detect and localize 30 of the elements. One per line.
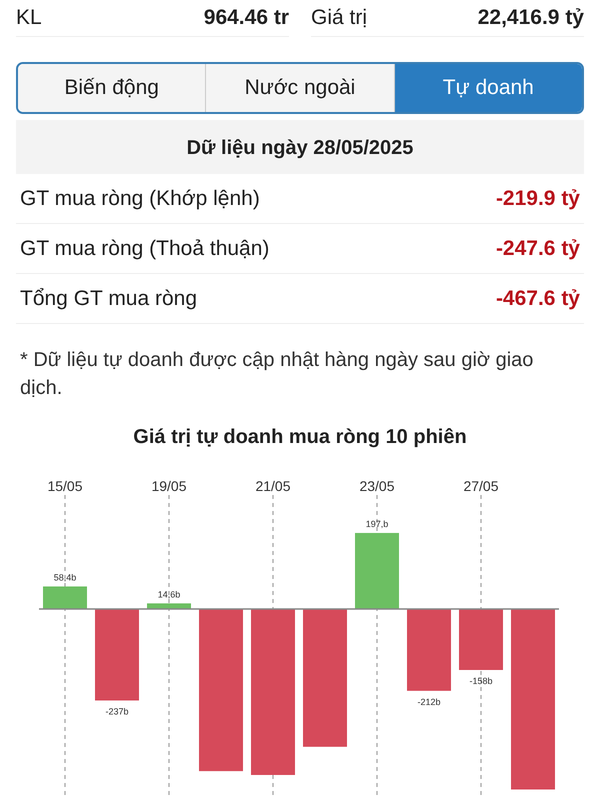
stat-label: KL	[16, 6, 42, 30]
data-label: 58,4b	[54, 572, 76, 582]
row-label: GT mua ròng (Thoả thuận)	[20, 236, 270, 260]
stat-label: Giá trị	[311, 6, 368, 30]
axis-tick-label: 19/05	[151, 478, 187, 494]
stat-value: 964.46 tr	[204, 6, 289, 30]
tab[interactable]: Biến động	[18, 64, 206, 112]
bar	[459, 609, 503, 670]
row-value: -467.6 tỷ	[496, 286, 580, 310]
summary-header: Dữ liệu ngày 28/05/2025	[16, 120, 584, 174]
data-label: -237b	[105, 706, 129, 716]
row-value: -219.9 tỷ	[496, 186, 580, 210]
tab[interactable]: Tự doanh	[394, 64, 582, 112]
tab[interactable]: Nước ngoài	[206, 64, 395, 112]
axis-tick-label: 21/05	[255, 478, 291, 494]
row-label: GT mua ròng (Khớp lệnh)	[20, 186, 260, 210]
data-label: -212b	[417, 696, 441, 707]
note-text: * Dữ liệu tự doanh được cập nhật hàng ngày sau giờ giao dịch.	[20, 348, 534, 401]
axis-tick-label: 27/05	[463, 478, 499, 494]
axis-tick-label: 15/05	[47, 478, 83, 494]
row-label: Tổng GT mua ròng	[20, 286, 198, 310]
data-label: -158b	[469, 676, 493, 686]
data-label: 14,6b	[158, 589, 180, 600]
chart-title: Giá trị tự doanh mua ròng 10 phiên	[132, 426, 468, 449]
bar	[147, 603, 191, 609]
row-value: -247.6 tỷ	[496, 236, 580, 260]
bar	[43, 586, 87, 609]
axis-tick-label: 23/05	[359, 478, 395, 494]
data-label: 197,b	[366, 518, 388, 529]
stat-value: 22,416.9 tỷ	[478, 6, 584, 30]
